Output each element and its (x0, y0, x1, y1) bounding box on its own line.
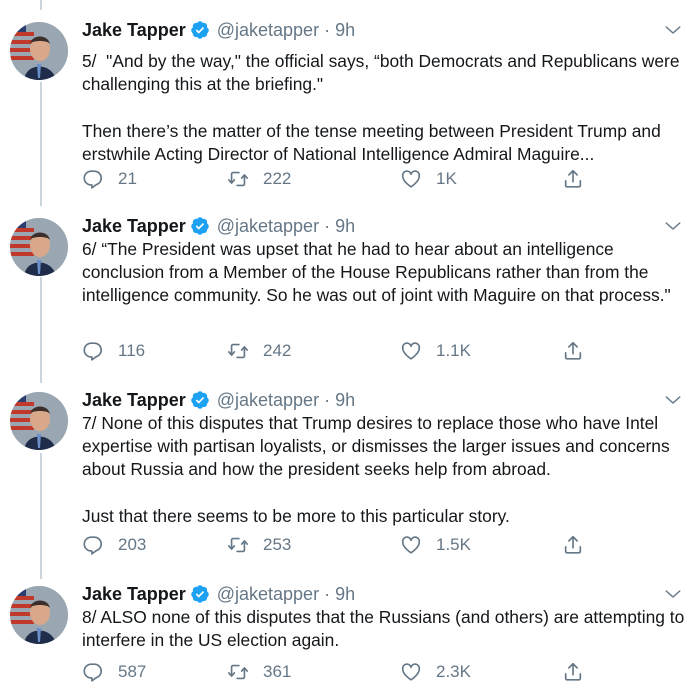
reply-icon (83, 663, 103, 682)
reply-count: 587 (118, 662, 147, 681)
tweet-header: Jake Tapper @jaketapper · 9h (82, 18, 355, 42)
like-count: 1.1K (436, 341, 471, 360)
retweet-button[interactable]: 361 (227, 661, 291, 683)
retweet-count: 222 (263, 169, 292, 188)
share-button[interactable] (562, 534, 584, 556)
thread-connector-line (40, 0, 42, 10)
tweet-text: 8/ ALSO none of this disputes that the R… (82, 607, 690, 651)
author-name[interactable]: Jake Tapper (82, 390, 186, 411)
tweet-actions: 21 222 1K (82, 168, 602, 192)
avatar[interactable] (10, 218, 68, 276)
tweet[interactable]: Jake Tapper @jaketapper · 9h 7/ None of … (0, 390, 700, 562)
profile-photo (10, 392, 68, 450)
like-button[interactable]: 1K (400, 168, 457, 190)
retweet-count: 361 (263, 662, 292, 681)
reply-count: 116 (118, 341, 146, 360)
author-handle[interactable]: @jaketapper (217, 390, 319, 411)
retweet-button[interactable]: 222 (227, 168, 291, 190)
tweet-actions: 203 253 1.5K (82, 534, 602, 558)
timestamp[interactable]: 9h (335, 390, 355, 411)
verified-badge-icon (190, 585, 209, 603)
tweet-header: Jake Tapper @jaketapper · 9h (82, 214, 355, 238)
tweet-actions: 587 361 2.3K (82, 661, 602, 685)
verified-badge-icon (190, 391, 209, 409)
retweet-icon (228, 664, 248, 680)
separator: · (324, 215, 331, 236)
like-count: 1K (436, 169, 457, 188)
timestamp[interactable]: 9h (335, 216, 355, 237)
tweet-header: Jake Tapper @jaketapper · 9h (82, 582, 355, 606)
retweet-button[interactable]: 253 (227, 534, 291, 556)
separator: · (324, 583, 331, 604)
verified-badge-icon (190, 217, 209, 235)
author-handle[interactable]: @jaketapper (217, 20, 319, 41)
profile-photo (10, 22, 68, 80)
like-count: 2.3K (436, 662, 471, 681)
like-button[interactable]: 2.3K (400, 661, 471, 683)
author-handle[interactable]: @jaketapper (217, 216, 319, 237)
reply-icon (83, 536, 103, 555)
like-icon (401, 663, 421, 681)
chevron-down-icon[interactable] (664, 217, 682, 235)
author-name[interactable]: Jake Tapper (82, 584, 186, 605)
reply-count: 203 (118, 535, 147, 554)
like-button[interactable]: 1.1K (400, 340, 471, 362)
separator: · (324, 389, 331, 410)
tweet-text: 5/ "And by the way," the official says, … (82, 51, 680, 164)
separator: · (324, 19, 331, 40)
retweet-icon (228, 537, 248, 553)
reply-count: 21 (118, 169, 137, 188)
chevron-down-icon[interactable] (664, 585, 682, 603)
share-icon (564, 169, 582, 188)
reply-icon (83, 170, 103, 189)
profile-photo (10, 218, 68, 276)
share-icon (564, 662, 582, 681)
like-count: 1.5K (436, 535, 471, 554)
share-button[interactable] (562, 340, 584, 362)
verified-badge-icon (190, 21, 209, 39)
profile-photo (10, 586, 68, 644)
tweet-thread: Jake Tapper @jaketapper · 9h 5/ "And by … (0, 0, 700, 695)
avatar[interactable] (10, 392, 68, 450)
share-icon (564, 341, 582, 360)
retweet-icon (228, 343, 248, 359)
like-button[interactable]: 1.5K (400, 534, 471, 556)
author-name[interactable]: Jake Tapper (82, 216, 186, 237)
tweet-text: 6/ “The President was upset that he had … (82, 239, 671, 306)
chevron-down-icon[interactable] (664, 391, 682, 409)
retweet-button[interactable]: 242 (227, 340, 291, 362)
author-name[interactable]: Jake Tapper (82, 20, 186, 41)
share-button[interactable] (562, 661, 584, 683)
like-icon (401, 536, 421, 554)
like-icon (401, 170, 421, 188)
retweet-icon (228, 171, 248, 187)
retweet-count: 253 (263, 535, 292, 554)
like-icon (401, 342, 421, 360)
author-handle[interactable]: @jaketapper (217, 584, 319, 605)
reply-button[interactable]: 203 (82, 534, 146, 556)
share-icon (564, 535, 582, 554)
avatar[interactable] (10, 22, 68, 80)
tweet[interactable]: Jake Tapper @jaketapper · 9h 6/ “The Pre… (0, 216, 700, 368)
timestamp[interactable]: 9h (335, 20, 355, 41)
retweet-count: 242 (263, 341, 292, 360)
share-button[interactable] (562, 168, 584, 190)
tweet-actions: 116 242 1.1K (82, 340, 602, 364)
avatar[interactable] (10, 586, 68, 644)
chevron-down-icon[interactable] (664, 21, 682, 39)
tweet-text: 7/ None of this disputes that Trump desi… (82, 413, 670, 526)
reply-button[interactable]: 116 (82, 340, 145, 362)
reply-button[interactable]: 21 (82, 168, 137, 190)
tweet-header: Jake Tapper @jaketapper · 9h (82, 388, 355, 412)
reply-button[interactable]: 587 (82, 661, 146, 683)
timestamp[interactable]: 9h (335, 584, 355, 605)
reply-icon (83, 342, 103, 361)
tweet[interactable]: Jake Tapper @jaketapper · 9h 8/ ALSO non… (0, 584, 700, 691)
tweet[interactable]: Jake Tapper @jaketapper · 9h 5/ "And by … (0, 20, 700, 192)
